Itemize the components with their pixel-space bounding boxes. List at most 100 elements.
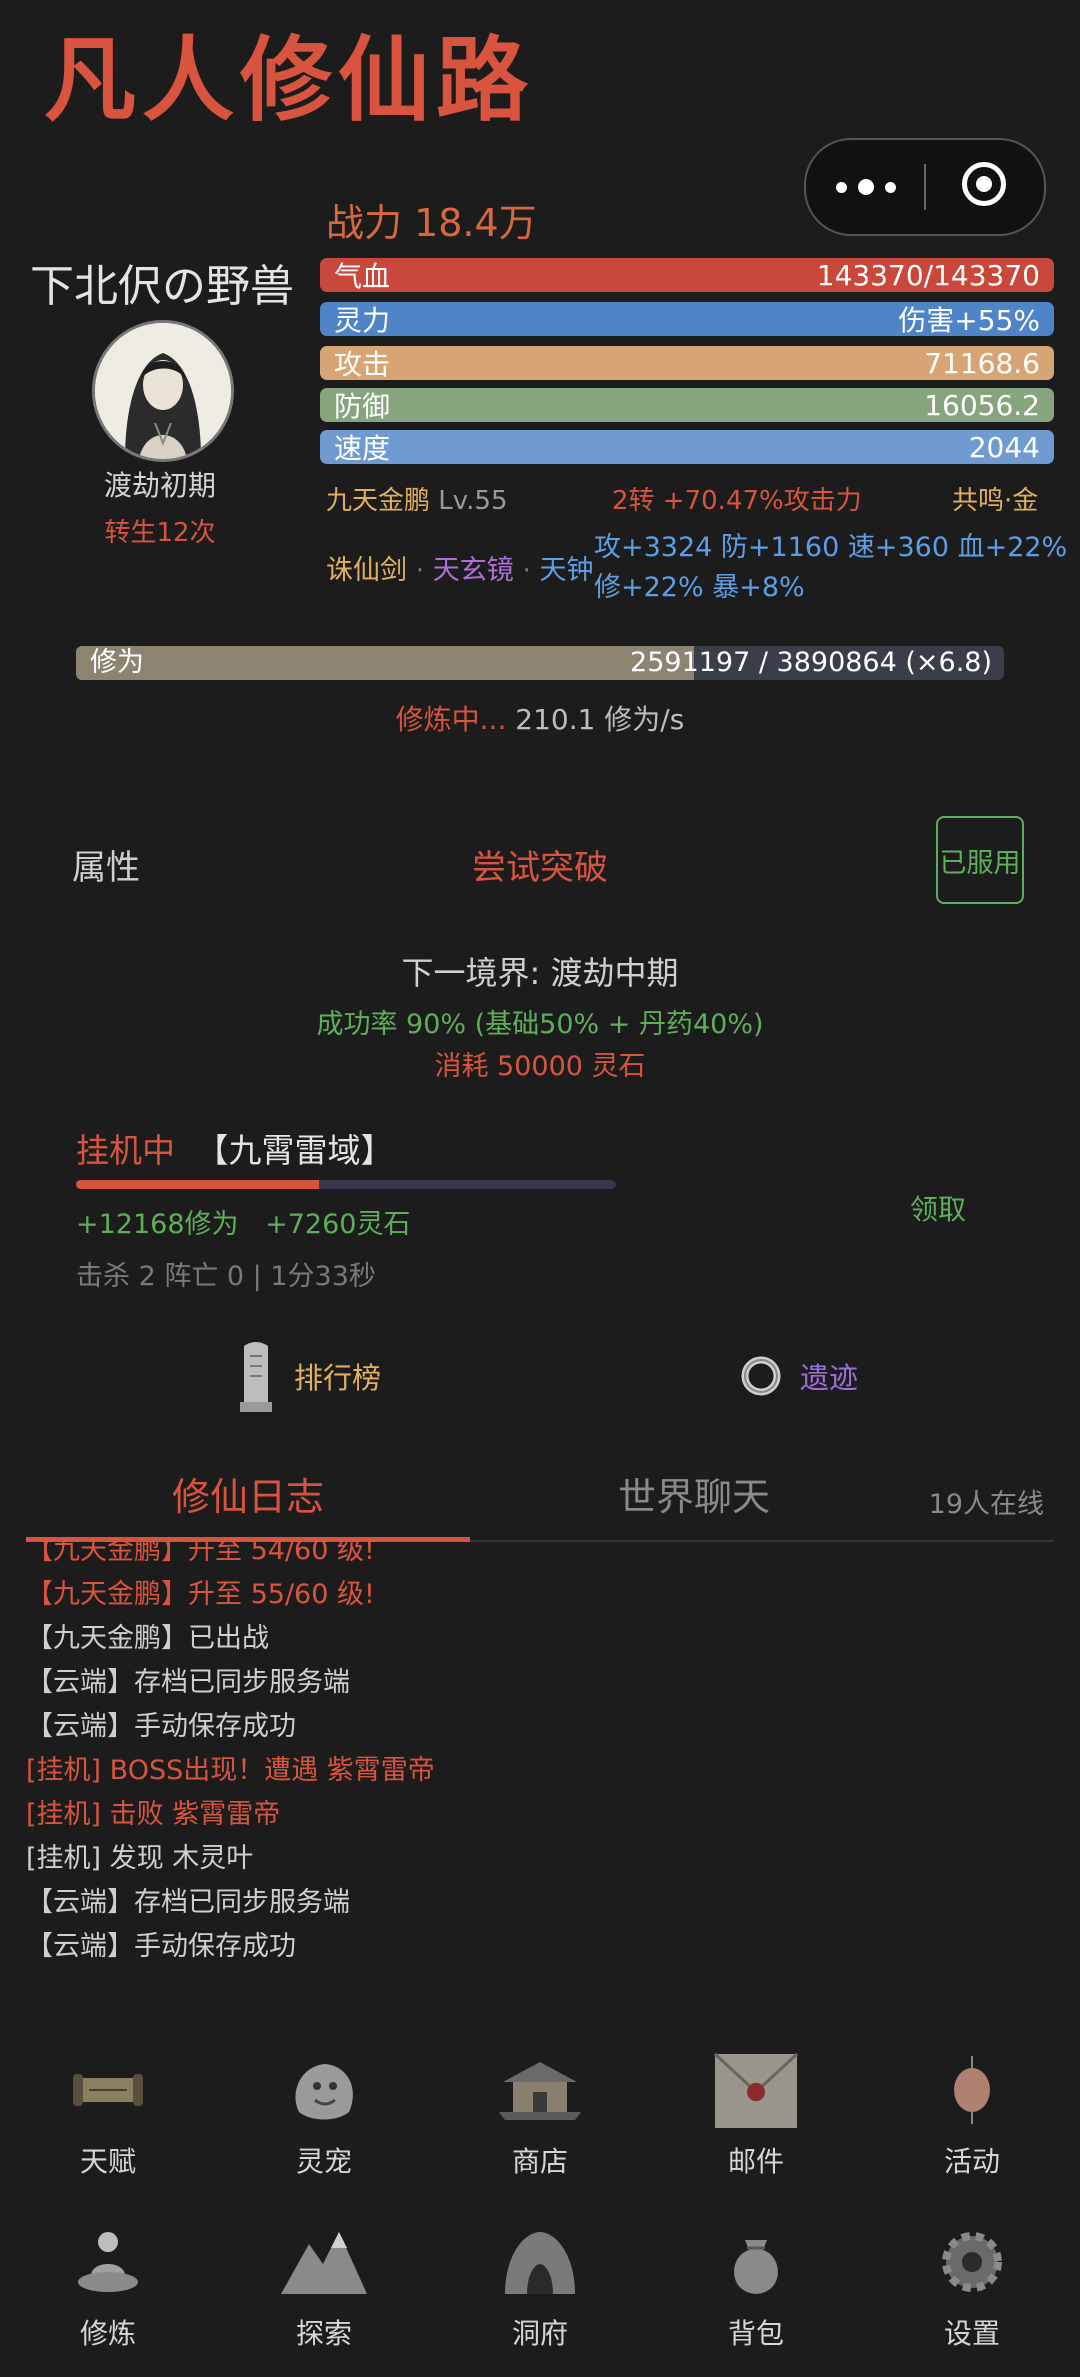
nav-label: 活动 xyxy=(943,2145,1000,2178)
stone-tablet-icon xyxy=(240,1342,272,1412)
pet-name: 九天金鹏 xyxy=(326,486,431,516)
log-chat-tabs: 修仙日志 世界聊天 19人在线 xyxy=(26,1460,1054,1542)
log-line: [挂机] BOSS出现！遭遇 紫霄雷帝 xyxy=(26,1755,435,1786)
equip-sword: 诛仙剑 xyxy=(326,555,407,586)
stat-label: 攻击 xyxy=(334,348,391,381)
equip-separator: · xyxy=(513,555,540,586)
pouch-icon xyxy=(734,2240,778,2294)
log-line: 【云端】手动保存成功 xyxy=(26,1931,296,1962)
nav-label: 背包 xyxy=(727,2317,784,2350)
nav-talent[interactable]: 天赋 xyxy=(28,2052,188,2180)
idle-zone[interactable]: 【九霄雷域】 xyxy=(196,1131,394,1170)
stat-bar-hp: 气血 143370/143370 xyxy=(320,258,1054,293)
nav-shop[interactable]: 商店 xyxy=(460,2052,620,2180)
breakthrough-cost: 消耗 50000 灵石 xyxy=(434,1051,646,1082)
log-line: 【九天金鹏】升至 55/60 级! xyxy=(26,1579,375,1610)
capsule-divider xyxy=(924,164,926,210)
pet-level: Lv.55 xyxy=(438,486,508,516)
log-line: 【云端】存档已同步服务端 xyxy=(26,1887,350,1918)
idle-reward-xiuwei: +12168修为 xyxy=(76,1209,239,1240)
miniprogram-capsule xyxy=(804,138,1046,236)
nav-settings[interactable]: 设置 xyxy=(892,2224,1052,2352)
equipment-list[interactable]: 诛仙剑 · 天玄镜 · 天钟 xyxy=(326,548,594,587)
stat-bar-spirit: 灵力 伤害+55% xyxy=(320,302,1054,337)
stat-bar-attack: 攻击 71168.6 xyxy=(320,346,1054,381)
log-line: 【九天金鹏】升至 54/60 级! xyxy=(26,1542,375,1566)
stat-label: 防御 xyxy=(334,390,391,423)
equip-bonus-line: 修+22% 暴+8% xyxy=(594,572,805,603)
success-rate: 成功率 90% (基础50% + 丹药40%) xyxy=(316,1009,764,1040)
stat-bar-defense: 防御 16056.2 xyxy=(320,388,1054,423)
spirit-beast-icon xyxy=(295,2064,353,2120)
nav-label: 商店 xyxy=(511,2145,568,2178)
log-line: 【云端】存档已同步服务端 xyxy=(26,1667,350,1698)
stat-value: 143370/143370 xyxy=(816,258,1040,292)
idle-progress xyxy=(76,1180,616,1189)
equip-mirror: 天玄镜 xyxy=(432,555,514,586)
rebirth-count: 转生12次 xyxy=(104,518,216,548)
nav-cultivate[interactable]: 修炼 xyxy=(28,2224,188,2352)
close-miniprogram-icon[interactable] xyxy=(962,162,1006,206)
stat-label: 速度 xyxy=(334,432,391,465)
pet-rebirth-bonus: 2转 +70.47%攻击力 xyxy=(612,486,862,516)
nav-label: 洞府 xyxy=(511,2317,568,2350)
idle-status-label: 挂机中 xyxy=(76,1131,175,1170)
idle-progress-fill xyxy=(76,1180,319,1189)
mountain-icon xyxy=(281,2232,367,2294)
idle-stats: 击杀 2 阵亡 0 | 1分33秒 xyxy=(76,1261,376,1292)
nav-events[interactable]: 活动 xyxy=(892,2052,1052,2180)
nav-label: 探索 xyxy=(295,2317,352,2350)
nav-cave[interactable]: 洞府 xyxy=(460,2224,620,2352)
ruins-button[interactable]: 遗迹 xyxy=(740,1336,858,1416)
nav-mail[interactable]: 邮件 xyxy=(676,2052,836,2180)
stat-bar-speed: 速度 2044 xyxy=(320,430,1054,465)
cultivation-value: 2591197 / 3890864 (×6.8) xyxy=(630,647,992,678)
nav-bag[interactable]: 背包 xyxy=(676,2224,836,2352)
next-realm: 下一境界: 渡劫中期 xyxy=(401,954,679,992)
tab-world-chat[interactable]: 世界聊天 xyxy=(618,1460,770,1534)
cultivation-label: 修为 xyxy=(90,647,144,678)
idle-reward-stone: +7260灵石 xyxy=(265,1209,411,1240)
stat-label: 灵力 xyxy=(334,304,391,337)
nav-explore[interactable]: 探索 xyxy=(244,2224,404,2352)
pill-used-button[interactable]: 已服用 xyxy=(936,816,1024,904)
more-options-icon[interactable] xyxy=(836,170,896,204)
scroll-icon xyxy=(73,2074,143,2106)
cultivation-rate: 修炼中... 210.1 修为/s xyxy=(0,698,1080,738)
ranking-button[interactable]: 排行榜 xyxy=(236,1336,381,1416)
cultivation-progress-fill xyxy=(76,646,695,680)
stat-label: 气血 xyxy=(334,260,391,293)
meditation-icon xyxy=(78,2232,138,2292)
cave-icon xyxy=(505,2232,575,2294)
player-name: 下北伬の野兽 xyxy=(30,261,294,312)
ranking-label: 排行榜 xyxy=(294,1361,382,1395)
log-line: 【九天金鹏】已出战 xyxy=(26,1623,269,1654)
app-title: 凡人修仙路 xyxy=(44,27,535,134)
pet-info[interactable]: 九天金鹏 Lv.55 xyxy=(326,480,507,517)
breakthrough-button[interactable]: 尝试突破 xyxy=(0,840,1080,889)
ruins-label: 遗迹 xyxy=(800,1361,859,1395)
idle-rewards: +12168修为 +7260灵石 xyxy=(76,1202,410,1241)
nav-label: 天赋 xyxy=(79,2145,136,2178)
player-realm: 渡劫初期 xyxy=(103,469,216,502)
gear-icon xyxy=(942,2232,1002,2292)
tab-cultivation-log[interactable]: 修仙日志 xyxy=(172,1460,324,1534)
collect-button[interactable]: 领取 xyxy=(910,1188,966,1228)
combat-power: 战力 18.4万 xyxy=(326,201,537,245)
nav-label: 邮件 xyxy=(727,2145,784,2178)
ring-icon xyxy=(741,1356,781,1396)
nav-label: 灵宠 xyxy=(295,2145,352,2178)
nav-label: 修炼 xyxy=(79,2317,136,2350)
stat-value: 伤害+55% xyxy=(898,304,1040,337)
pet-resonance: 共鸣·金 xyxy=(952,486,1039,516)
equipment-bonus: 攻+3324 防+1160 速+360 血+22% 修+22% 暴+8% xyxy=(594,528,1067,608)
stat-value: 16056.2 xyxy=(924,388,1040,422)
pavilion-icon xyxy=(499,2062,581,2120)
cultivation-progress: 修为 2591197 / 3890864 (×6.8) xyxy=(76,646,1004,680)
cultivation-log[interactable]: 【九天金鹏】升至 54/60 级! 【九天金鹏】升至 55/60 级! 【九天金… xyxy=(0,1542,1080,1982)
log-line: 【云端】手动保存成功 xyxy=(26,1711,296,1742)
nav-pet[interactable]: 灵宠 xyxy=(244,2052,404,2180)
log-line: [挂机] 发现 木灵叶 xyxy=(26,1843,254,1874)
avatar[interactable] xyxy=(92,320,234,462)
cultivation-rate-value: 210.1 修为/s xyxy=(515,703,685,736)
